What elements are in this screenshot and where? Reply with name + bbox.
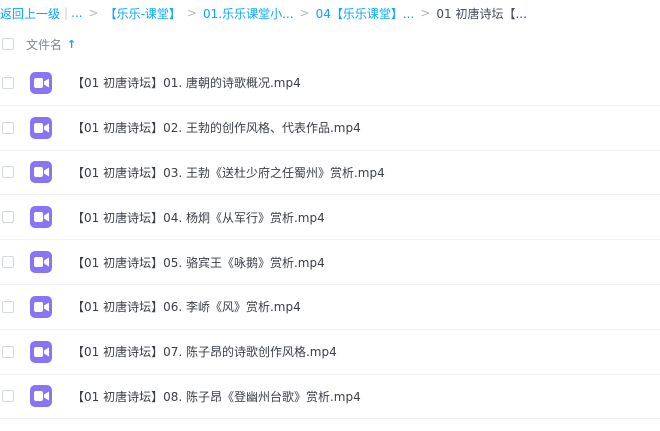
file-name[interactable]: 【01 初唐诗坛】02. 王勃的创作风格、代表作品.mp4 bbox=[72, 119, 361, 136]
file-row[interactable]: 【01 初唐诗坛】08. 陈子昂《登幽州台歌》赏析.mp4 bbox=[0, 375, 660, 420]
chevron-right-icon: > bbox=[420, 6, 431, 20]
breadcrumb: 返回上一级 | ... > 【乐乐-课堂】 > 01.乐乐课堂小... > 04… bbox=[0, 0, 660, 26]
row-checkbox[interactable] bbox=[2, 300, 14, 313]
breadcrumb-item-3[interactable]: 04【乐乐课堂】... bbox=[316, 5, 415, 22]
file-name[interactable]: 【01 初唐诗坛】08. 陈子昂《登幽州台歌》赏析.mp4 bbox=[72, 388, 361, 405]
chevron-right-icon: > bbox=[88, 6, 99, 20]
file-row[interactable]: 【01 初唐诗坛】07. 陈子昂的诗歌创作风格.mp4 bbox=[0, 330, 660, 375]
file-list-header: 文件名 ↑ bbox=[0, 28, 660, 60]
sort-ascending-icon[interactable]: ↑ bbox=[67, 38, 76, 51]
row-checkbox[interactable] bbox=[2, 390, 14, 403]
row-checkbox[interactable] bbox=[2, 166, 14, 179]
row-checkbox[interactable] bbox=[2, 121, 14, 134]
breadcrumb-item-2[interactable]: 01.乐乐课堂小... bbox=[203, 5, 294, 22]
chevron-right-icon: > bbox=[299, 6, 310, 20]
video-file-icon bbox=[30, 116, 52, 139]
file-row[interactable]: 【01 初唐诗坛】02. 王勃的创作风格、代表作品.mp4 bbox=[0, 106, 660, 151]
select-all-checkbox[interactable] bbox=[2, 38, 14, 50]
breadcrumb-current: 01 初唐诗坛【... bbox=[436, 6, 527, 21]
breadcrumb-back-link[interactable]: 返回上一级 bbox=[0, 5, 60, 22]
video-file-icon bbox=[30, 161, 52, 184]
row-checkbox[interactable] bbox=[2, 256, 14, 269]
file-name[interactable]: 【01 初唐诗坛】04. 杨炯《从军行》赏析.mp4 bbox=[72, 209, 325, 226]
row-checkbox[interactable] bbox=[2, 76, 14, 89]
file-row[interactable]: 【01 初唐诗坛】01. 唐朝的诗歌概况.mp4 bbox=[0, 61, 660, 106]
video-file-icon bbox=[30, 206, 52, 229]
row-checkbox[interactable] bbox=[2, 345, 14, 358]
video-file-icon bbox=[30, 251, 52, 274]
file-name[interactable]: 【01 初唐诗坛】06. 李峤《风》赏析.mp4 bbox=[72, 298, 301, 315]
file-list: 【01 初唐诗坛】01. 唐朝的诗歌概况.mp4 【01 初唐诗坛】02. 王勃… bbox=[0, 61, 660, 420]
breadcrumb-divider: | bbox=[64, 6, 69, 20]
chevron-right-icon: > bbox=[186, 6, 197, 20]
row-checkbox[interactable] bbox=[2, 211, 14, 224]
file-name[interactable]: 【01 初唐诗坛】01. 唐朝的诗歌概况.mp4 bbox=[72, 74, 301, 91]
file-row[interactable]: 【01 初唐诗坛】05. 骆宾王《咏鹅》赏析.mp4 bbox=[0, 240, 660, 285]
breadcrumb-item-1[interactable]: 【乐乐-课堂】 bbox=[105, 5, 181, 22]
column-header-filename[interactable]: 文件名 bbox=[26, 36, 62, 53]
breadcrumb-ellipsis-link[interactable]: ... bbox=[71, 6, 82, 20]
file-name[interactable]: 【01 初唐诗坛】03. 王勃《送杜少府之任蜀州》赏析.mp4 bbox=[72, 164, 385, 181]
file-row[interactable]: 【01 初唐诗坛】06. 李峤《风》赏析.mp4 bbox=[0, 285, 660, 330]
video-file-icon bbox=[30, 71, 52, 94]
file-name[interactable]: 【01 初唐诗坛】07. 陈子昂的诗歌创作风格.mp4 bbox=[72, 343, 337, 360]
file-name[interactable]: 【01 初唐诗坛】05. 骆宾王《咏鹅》赏析.mp4 bbox=[72, 254, 325, 271]
video-file-icon bbox=[30, 340, 52, 363]
video-file-icon bbox=[30, 295, 52, 318]
video-file-icon bbox=[30, 385, 52, 408]
file-row[interactable]: 【01 初唐诗坛】03. 王勃《送杜少府之任蜀州》赏析.mp4 bbox=[0, 151, 660, 196]
file-row[interactable]: 【01 初唐诗坛】04. 杨炯《从军行》赏析.mp4 bbox=[0, 195, 660, 241]
